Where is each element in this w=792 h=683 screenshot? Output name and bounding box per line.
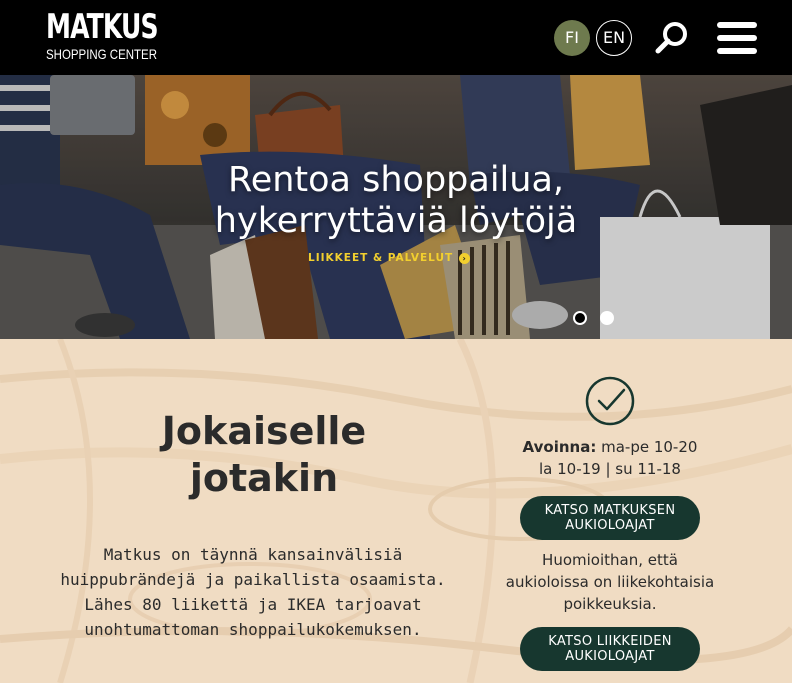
carousel-dot-2[interactable] — [600, 311, 614, 325]
hero-title-line1: Rentoa shoppailua, — [227, 160, 565, 200]
carousel-dot-1[interactable] — [573, 311, 587, 325]
hours-label: Avoinna: — [522, 438, 597, 456]
headline-line2: jotakin — [189, 456, 339, 500]
opening-hours-note: Huomioithan, että aukioloissa on liikeko… — [505, 551, 715, 613]
intro-section: Jokaiselle jotakin Matkus on täynnä kans… — [0, 339, 792, 683]
logo-subtitle: SHOPPING CENTER — [46, 46, 157, 62]
headline-line1: Jokaiselle — [161, 409, 367, 453]
button2-line2: AUKIOLOAJAT — [565, 649, 655, 664]
search-icon[interactable] — [654, 20, 690, 56]
checkmark-circle-icon — [584, 375, 636, 427]
button1-line2: AUKIOLOAJAT — [565, 518, 655, 533]
shops-services-label: LIIKKEET & PALVELUT — [308, 252, 454, 264]
language-en-button[interactable]: EN — [596, 20, 632, 56]
site-header: MATKUS SHOPPING CENTER FI EN — [0, 0, 792, 75]
matkus-opening-hours-button[interactable]: KATSO MATKUKSEN AUKIOLOAJAT — [520, 496, 700, 540]
hero-title: Rentoa shoppailua, hykerryttäviä löytöjä — [0, 160, 792, 242]
intro-text: Matkus on täynnä kansainvälisiä huippubr… — [60, 545, 446, 639]
hours-weekend: la 10-19 | su 11-18 — [539, 460, 681, 478]
store-opening-hours-button[interactable]: KATSO LIIKKEIDEN AUKIOLOAJAT — [520, 627, 700, 671]
opening-hours: Avoinna: ma-pe 10-20 la 10-19 | su 11-18 — [500, 436, 720, 480]
hero-banner: Rentoa shoppailua, hykerryttäviä löytöjä… — [0, 75, 792, 339]
shops-services-link[interactable]: LIIKKEET & PALVELUT › — [308, 252, 471, 264]
matkus-logo[interactable]: MATKUS SHOPPING CENTER — [46, 10, 182, 62]
hero-title-line2: hykerryttäviä löytöjä — [214, 201, 578, 241]
logo-title: MATKUS — [46, 7, 159, 47]
arrow-circle-icon: › — [459, 253, 471, 264]
section-headline: Jokaiselle jotakin — [104, 408, 424, 502]
language-fi-button[interactable]: FI — [554, 20, 590, 56]
hamburger-menu-icon[interactable] — [717, 20, 757, 56]
button1-line1: KATSO MATKUKSEN — [544, 503, 676, 518]
button2-line1: KATSO LIIKKEIDEN — [548, 634, 672, 649]
hours-weekdays: ma-pe 10-20 — [601, 438, 698, 456]
